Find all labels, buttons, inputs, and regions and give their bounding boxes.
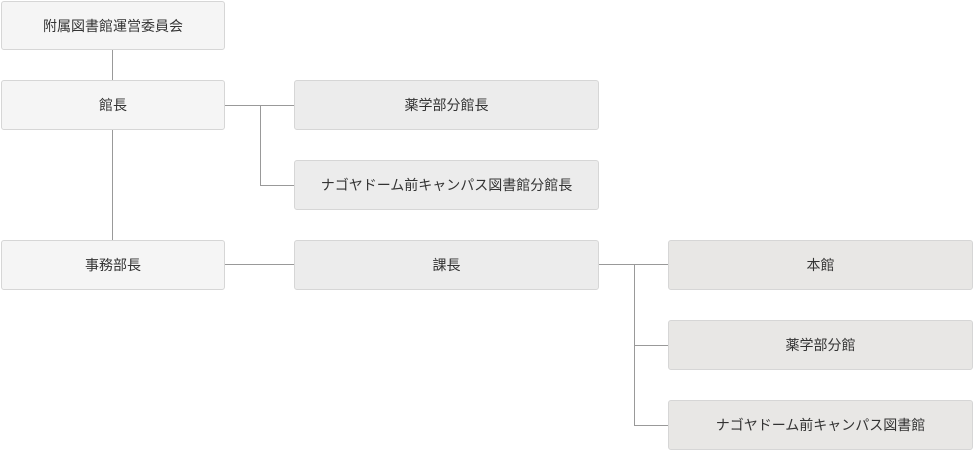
node-nagoya-dome-branch-director: ナゴヤドーム前キャンパス図書館分館長 xyxy=(294,160,599,210)
node-section-chief: 課長 xyxy=(294,240,599,290)
connector-branches-v xyxy=(260,105,261,186)
connector-branch-dome-h xyxy=(260,185,295,186)
connector-committee-director xyxy=(112,49,113,80)
node-committee: 附属図書館運営委員会 xyxy=(1,1,225,50)
connector-director-admin xyxy=(112,129,113,240)
node-director: 館長 xyxy=(1,80,225,130)
connector-dome-library-h xyxy=(634,425,669,426)
node-pharmacy-branch: 薬学部分館 xyxy=(668,320,973,370)
node-pharmacy-branch-director: 薬学部分館長 xyxy=(294,80,599,130)
node-admin-director: 事務部長 xyxy=(1,240,225,290)
connector-pharmacy-h xyxy=(634,345,669,346)
node-nagoya-dome-library: ナゴヤドーム前キャンパス図書館 xyxy=(668,400,973,450)
node-main-library: 本館 xyxy=(668,240,973,290)
connector-admin-chief xyxy=(224,264,295,265)
